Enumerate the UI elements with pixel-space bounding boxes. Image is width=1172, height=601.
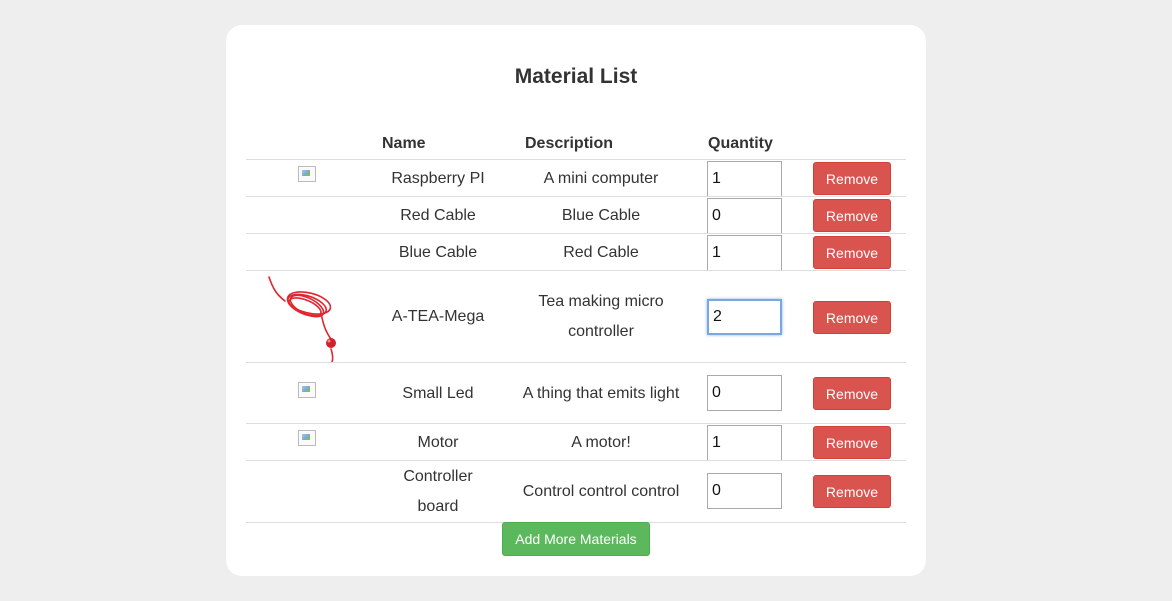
- remove-button[interactable]: Remove: [813, 426, 891, 459]
- broken-image-icon: [298, 382, 316, 398]
- column-header-quantity: Quantity: [708, 135, 773, 152]
- table-row: Motor A motor! Remove: [246, 423, 906, 461]
- quantity-input[interactable]: [707, 375, 782, 411]
- material-name: Raspberry PI: [391, 169, 485, 187]
- red-cable-image: [268, 276, 336, 363]
- table-row: Blue Cable Red Cable Remove: [246, 233, 906, 271]
- remove-button[interactable]: Remove: [813, 301, 891, 334]
- quantity-input[interactable]: [707, 299, 782, 335]
- table-row: A-TEA-Mega Tea making micro controller R…: [246, 270, 906, 363]
- quantity-input[interactable]: [707, 473, 782, 509]
- material-name: Red Cable: [400, 206, 476, 224]
- material-description: Red Cable: [563, 243, 639, 261]
- quantity-input[interactable]: [707, 425, 782, 461]
- table-row: Raspberry PI A mini computer Remove: [246, 159, 906, 197]
- add-more-materials-button[interactable]: Add More Materials: [502, 522, 650, 556]
- remove-button[interactable]: Remove: [813, 162, 891, 195]
- remove-button[interactable]: Remove: [813, 475, 891, 508]
- material-description: Control control control: [522, 482, 680, 500]
- page-title: Material List: [514, 65, 638, 88]
- material-description: A mini computer: [543, 169, 659, 187]
- table-row: Red Cable Blue Cable Remove: [246, 196, 906, 234]
- remove-button[interactable]: Remove: [813, 199, 891, 232]
- material-description: A thing that emits light: [522, 384, 680, 402]
- quantity-input[interactable]: [707, 235, 782, 271]
- remove-button[interactable]: Remove: [813, 377, 891, 410]
- quantity-input[interactable]: [707, 198, 782, 234]
- material-description: A motor!: [571, 433, 631, 451]
- table-row: Controller board Control control control…: [246, 460, 906, 523]
- column-header-description: Description: [525, 135, 614, 152]
- column-header-name: Name: [382, 135, 426, 152]
- material-name: A-TEA-Mega: [391, 308, 485, 325]
- remove-button[interactable]: Remove: [813, 236, 891, 269]
- table-row: Small Led A thing that emits light Remov…: [246, 362, 906, 424]
- material-name: Controller board: [403, 467, 473, 515]
- material-name: Small Led: [402, 384, 474, 402]
- material-description: Blue Cable: [561, 206, 641, 224]
- broken-image-icon: [298, 430, 316, 446]
- broken-image-icon: [298, 166, 316, 182]
- material-name: Motor: [417, 433, 459, 451]
- material-description: Tea making micro controller: [538, 293, 664, 340]
- quantity-input[interactable]: [707, 161, 782, 197]
- material-list-card: Material List Name Description Quantity …: [226, 25, 926, 576]
- material-name: Blue Cable: [398, 243, 478, 261]
